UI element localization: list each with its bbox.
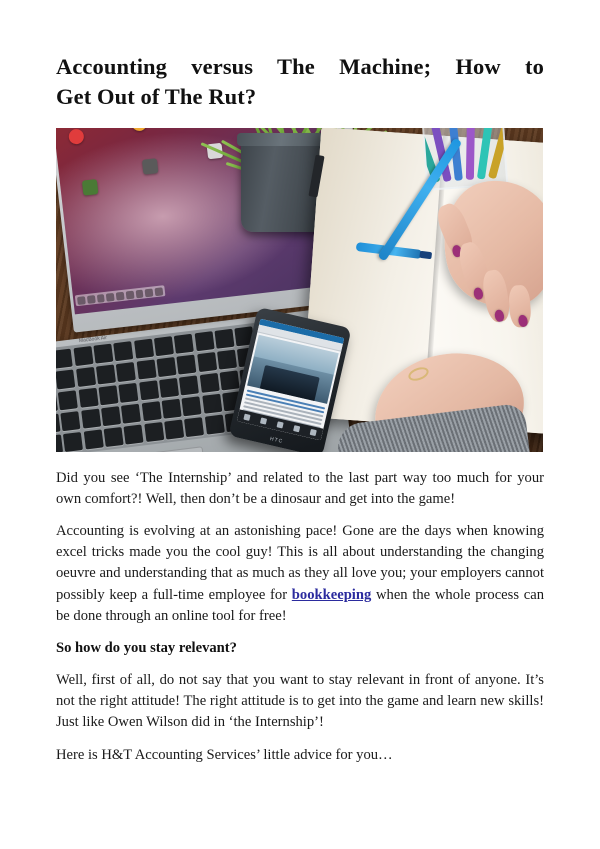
- paragraph-1: Did you see ‘The Internship’ and related…: [56, 469, 544, 507]
- desk-photo: MacBook Air HTC: [56, 127, 543, 452]
- article-body: Did you see ‘The Internship’ and related…: [56, 452, 544, 766]
- desktop-icon: [130, 127, 148, 132]
- paragraph-2: Accounting is evolving at an astonishing…: [56, 521, 544, 627]
- paragraph-3: Well, first of all, do not say that you …: [56, 672, 544, 731]
- bookkeeping-link[interactable]: bookkeeping: [292, 587, 371, 603]
- desktop-icon: [81, 178, 99, 196]
- desktop-icon: [68, 128, 85, 145]
- paragraph-4: Here is H&T Accounting Services’ little …: [56, 746, 393, 763]
- phone-screen: [236, 318, 345, 441]
- page-title-line-2: Get Out of The Rut?: [56, 83, 257, 109]
- desktop-icon: [141, 157, 159, 175]
- article-figure: MacBook Air HTC: [56, 127, 543, 452]
- page-title-line-1: Accounting versus The Machine; How to: [56, 54, 544, 79]
- section-subheading: So how do you stay relevant?: [56, 639, 237, 656]
- page-title: Accounting versus The Machine; How to Ge…: [56, 0, 544, 112]
- document-page: Accounting versus The Machine; How to Ge…: [0, 0, 600, 849]
- pen: [465, 127, 475, 180]
- macos-dock: [74, 284, 166, 307]
